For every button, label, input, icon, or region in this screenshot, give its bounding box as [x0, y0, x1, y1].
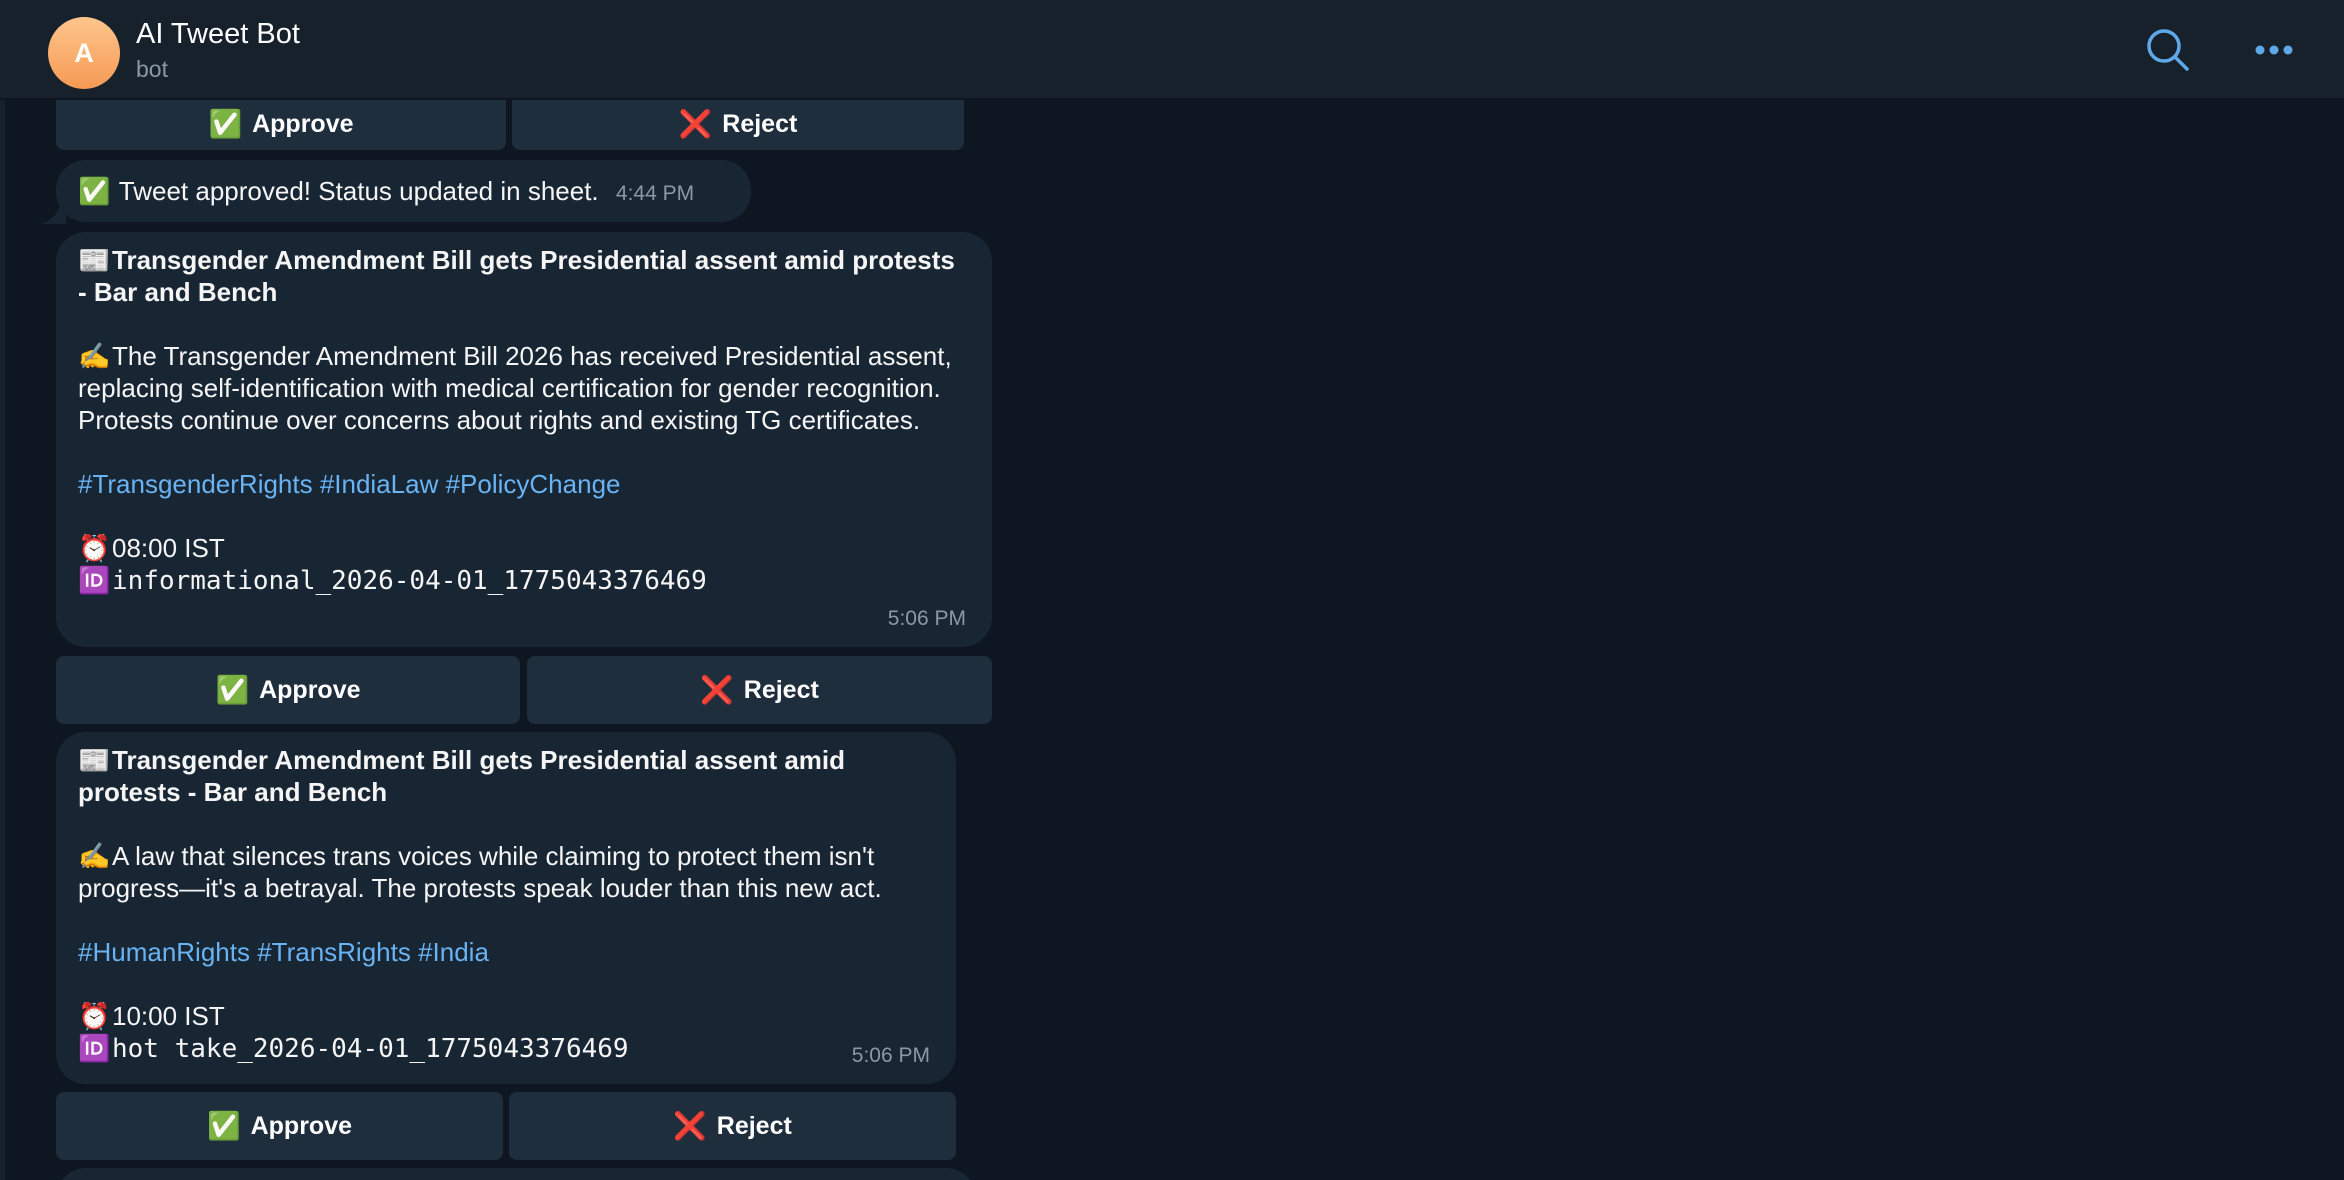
- chat-header: A AI Tweet Bot bot: [0, 0, 2344, 100]
- check-icon: ✅: [78, 176, 111, 206]
- body-text: A law that silences trans voices while c…: [78, 841, 882, 903]
- writing-hand-icon: ✍️: [78, 841, 111, 871]
- bubble-tail: [42, 206, 66, 224]
- message-time: 4:44 PM: [615, 182, 695, 205]
- reject-label: Reject: [743, 675, 819, 704]
- avatar[interactable]: A: [48, 17, 120, 89]
- check-icon: ✅: [215, 675, 250, 705]
- alarm-clock-icon: ⏰: [78, 1001, 111, 1031]
- reject-button[interactable]: ❌ Reject: [509, 1092, 956, 1160]
- reject-label: Reject: [722, 109, 798, 138]
- id-icon: 🆔: [78, 565, 111, 595]
- alarm-clock-icon: ⏰: [78, 533, 111, 563]
- headline-text: Transgender Amendment Bill gets Presiden…: [78, 745, 846, 807]
- status-text: Tweet approved! Status updated in sheet.: [118, 176, 599, 206]
- writing-hand-icon: ✍️: [78, 341, 111, 371]
- newspaper-icon: 📰: [78, 245, 111, 275]
- approve-label: Approve: [250, 1111, 353, 1140]
- reject-button[interactable]: ❌ Reject: [527, 656, 992, 724]
- message-headline: 📰Transgender Amendment Bill gets Preside…: [78, 744, 934, 808]
- status-message[interactable]: ✅ Tweet approved! Status updated in shee…: [56, 160, 751, 222]
- tweet-draft-message[interactable]: 📰Transgender Amendment Bill gets Preside…: [56, 732, 956, 1084]
- schedule-line: ⏰08:00 IST: [78, 532, 970, 564]
- cross-icon: ❌: [700, 675, 734, 705]
- approve-button[interactable]: ✅ Approve: [56, 100, 506, 150]
- check-icon: ✅: [206, 1111, 241, 1141]
- message-headline: 📰Transgender Amendment Bill gets Preside…: [78, 244, 970, 308]
- cross-icon: ❌: [678, 109, 713, 139]
- tweet-id: hot take_2026-04-01_1775043376469: [112, 1034, 629, 1064]
- chat-subtitle: bot: [136, 56, 168, 82]
- message-body: ✍️A law that silences trans voices while…: [78, 840, 934, 904]
- hashtags[interactable]: #TransgenderRights #IndiaLaw #PolicyChan…: [78, 468, 970, 500]
- reject-label: Reject: [716, 1111, 792, 1140]
- more-icon[interactable]: [2246, 22, 2302, 78]
- schedule-time: 08:00 IST: [112, 533, 225, 563]
- schedule-line: ⏰10:00 IST: [78, 1000, 934, 1032]
- reject-button[interactable]: ❌ Reject: [512, 100, 964, 150]
- next-message-preview[interactable]: [56, 1168, 976, 1180]
- approve-button[interactable]: ✅ Approve: [56, 1092, 503, 1160]
- tweet-id: informational_2026-04-01_1775043376469: [112, 566, 707, 596]
- check-icon: ✅: [208, 109, 243, 139]
- newspaper-icon: 📰: [78, 745, 111, 775]
- headline-text: Transgender Amendment Bill gets Presiden…: [78, 245, 955, 307]
- tweet-draft-message[interactable]: 📰Transgender Amendment Bill gets Preside…: [56, 232, 992, 647]
- approve-label: Approve: [252, 109, 354, 138]
- id-line: 🆔informational_2026-04-01_1775043376469: [78, 564, 970, 597]
- left-divider: [0, 100, 5, 1180]
- search-icon[interactable]: [2140, 22, 2196, 78]
- cross-icon: ❌: [673, 1111, 707, 1141]
- message-body: ✍️The Transgender Amendment Bill 2026 ha…: [78, 340, 970, 436]
- message-list[interactable]: ✅ Approve ❌ Reject ✅ Tweet approved! Sta…: [0, 100, 2344, 1180]
- body-text: The Transgender Amendment Bill 2026 has …: [78, 341, 952, 435]
- hashtags[interactable]: #HumanRights #TransRights #India: [78, 936, 934, 968]
- message-time: 5:06 PM: [851, 1044, 930, 1067]
- approve-button[interactable]: ✅ Approve: [56, 656, 520, 724]
- id-line: 🆔hot take_2026-04-01_1775043376469: [78, 1032, 934, 1065]
- message-time: 5:06 PM: [887, 607, 966, 630]
- approve-label: Approve: [259, 675, 361, 704]
- chat-title[interactable]: AI Tweet Bot: [136, 18, 300, 51]
- id-icon: 🆔: [78, 1033, 111, 1063]
- schedule-time: 10:00 IST: [112, 1001, 225, 1031]
